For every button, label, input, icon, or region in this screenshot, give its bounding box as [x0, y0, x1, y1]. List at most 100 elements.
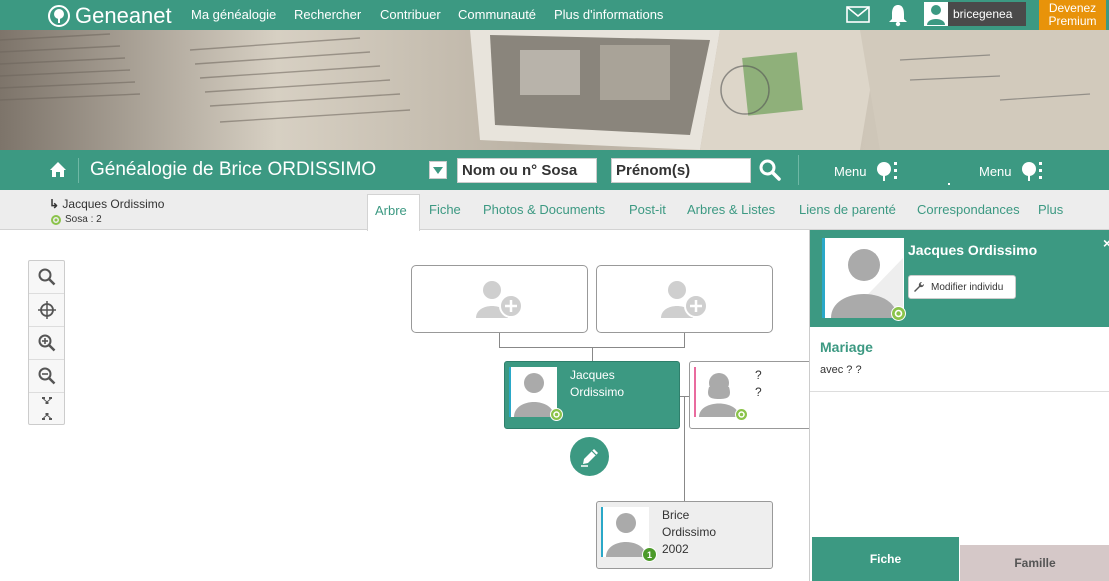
- person-card-brice[interactable]: 1 Brice Ordissimo 2002: [596, 501, 773, 569]
- panel-tab-fiche[interactable]: Fiche: [812, 537, 959, 581]
- username: bricegenea: [948, 2, 1026, 26]
- menu-label: Menu: [834, 163, 867, 179]
- geneanet-logo[interactable]: Geneanet: [48, 3, 172, 28]
- menu-button-1[interactable]: Menu: [834, 161, 899, 181]
- nav-plus-informations[interactable]: Plus d'informations: [554, 7, 663, 22]
- zoom-out-button[interactable]: [29, 360, 64, 393]
- menu-button-2[interactable]: Menu: [979, 161, 1044, 181]
- magnifier-icon: [38, 268, 55, 286]
- tab-post-it[interactable]: Post-it: [629, 202, 666, 217]
- birth-year: 2002: [662, 542, 689, 556]
- crosshair-icon: [37, 301, 56, 319]
- mail-icon[interactable]: [846, 6, 870, 23]
- add-person-icon: [476, 281, 523, 318]
- tree-connector: [684, 396, 685, 501]
- top-bar: Geneanet Ma généalogie Rechercher Contri…: [0, 0, 1109, 30]
- divider: [810, 391, 1109, 392]
- wrench-icon: [914, 281, 925, 292]
- genealogy-header-bar: Généalogie de Brice ORDISSIMO Menu Menu: [0, 150, 1109, 190]
- zoom-in-button[interactable]: [29, 327, 64, 360]
- modify-person-label: Modifier individu: [931, 281, 1004, 293]
- person-name: Jacques Ordissimo: [570, 367, 624, 401]
- bell-icon[interactable]: [886, 3, 910, 27]
- sosa-info: Sosa : 2: [51, 214, 102, 225]
- add-mother-card[interactable]: [596, 265, 773, 333]
- banner-image: [0, 30, 1109, 150]
- nav-rechercher[interactable]: Rechercher: [294, 7, 361, 22]
- zoom-out-icon: [38, 367, 55, 385]
- tabs-bar: ↳ Jacques Ordissimo Sosa : 2 Arbre Fiche…: [0, 190, 1109, 231]
- first-name: Jacques: [570, 368, 615, 382]
- panel-tab-famille[interactable]: Famille: [960, 545, 1109, 581]
- sosa-badge-icon: [891, 306, 906, 321]
- nav-contribuer[interactable]: Contribuer: [380, 7, 441, 22]
- header-banner: [0, 30, 1109, 150]
- nav-communaute[interactable]: Communauté: [458, 7, 536, 22]
- logo-text: Geneanet: [75, 3, 172, 28]
- search-tool-button[interactable]: [29, 261, 64, 294]
- center-tool-button[interactable]: [29, 294, 64, 327]
- close-icon[interactable]: ×: [1103, 235, 1109, 251]
- divider-dot: [948, 183, 950, 185]
- person-detail-panel: Jacques Ordissimo Modifier individu × Ma…: [809, 230, 1109, 581]
- sosa-number-badge: 1: [642, 547, 657, 562]
- breadcrumb-arrow-icon: ↳: [49, 197, 60, 211]
- tree-toolbar: [28, 260, 65, 425]
- tree-connector: [592, 347, 593, 362]
- search-dropdown-toggle[interactable]: [429, 161, 447, 179]
- user-icon: [927, 5, 945, 25]
- male-silhouette-icon: [606, 513, 646, 557]
- zoom-in-icon: [38, 334, 55, 352]
- breadcrumb: ↳ Jacques Ordissimo: [49, 197, 164, 211]
- tab-liens-parente[interactable]: Liens de parenté: [799, 202, 896, 217]
- tree-logo-icon: [48, 5, 70, 27]
- person-name: Brice Ordissimo 2002: [662, 507, 716, 558]
- search-name-input[interactable]: [457, 158, 597, 183]
- triangle-down-icon: [433, 166, 443, 174]
- tab-arbres-listes[interactable]: Arbres & Listes: [687, 202, 775, 217]
- first-name: ?: [755, 368, 762, 382]
- premium-button[interactable]: Devenez Premium: [1039, 0, 1106, 30]
- tree-up-icon: [41, 397, 52, 404]
- tab-fiche[interactable]: Fiche: [429, 202, 461, 217]
- tree-connector: [684, 333, 685, 347]
- add-person-icon: [661, 281, 708, 318]
- breadcrumb-person[interactable]: Jacques Ordissimo: [62, 197, 164, 211]
- panel-header: Jacques Ordissimo Modifier individu ×: [810, 230, 1109, 327]
- first-name: Brice: [662, 508, 690, 522]
- tab-correspondances[interactable]: Correspondances: [917, 202, 1020, 217]
- divider: [798, 155, 799, 185]
- user-menu[interactable]: bricegenea: [924, 2, 1026, 26]
- nav-ma-genealogie[interactable]: Ma généalogie: [191, 7, 276, 22]
- panel-person-name: Jacques Ordissimo: [908, 242, 1038, 258]
- home-icon[interactable]: [49, 161, 67, 178]
- page-title: Généalogie de Brice ORDISSIMO: [90, 159, 377, 180]
- last-name: Ordissimo: [662, 525, 717, 539]
- sosa-badge-icon: [550, 408, 563, 421]
- tab-photos-documents[interactable]: Photos & Documents: [483, 202, 605, 217]
- modify-person-button[interactable]: Modifier individu: [908, 275, 1016, 299]
- ascendants-tool-button[interactable]: [29, 393, 64, 409]
- divider: [78, 158, 79, 183]
- search-icon[interactable]: [759, 159, 781, 181]
- premium-line-2: Premium: [1048, 14, 1097, 28]
- marriage-section-title: Mariage: [820, 339, 873, 355]
- edit-person-button[interactable]: [570, 437, 609, 476]
- person-name: ? ?: [755, 367, 762, 401]
- tree-down-icon: [41, 413, 52, 420]
- marriage-text: avec ? ?: [820, 364, 862, 376]
- tab-plus[interactable]: Plus: [1038, 202, 1063, 217]
- tab-arbre[interactable]: Arbre: [367, 194, 420, 231]
- person-card-jacques[interactable]: Jacques Ordissimo: [504, 361, 680, 429]
- person-photo: [601, 507, 649, 557]
- pencil-icon: [580, 448, 598, 467]
- person-card-spouse[interactable]: ? ?: [689, 361, 829, 429]
- sosa-number: Sosa : 2: [65, 214, 102, 225]
- add-father-card[interactable]: [411, 265, 588, 333]
- sosa-badge-icon: [735, 408, 748, 421]
- descendants-tool-button[interactable]: [29, 409, 64, 425]
- search-firstname-input[interactable]: [611, 158, 751, 183]
- tree-menu-icon: [1021, 162, 1042, 181]
- last-name: ?: [755, 385, 762, 399]
- avatar: [924, 2, 948, 26]
